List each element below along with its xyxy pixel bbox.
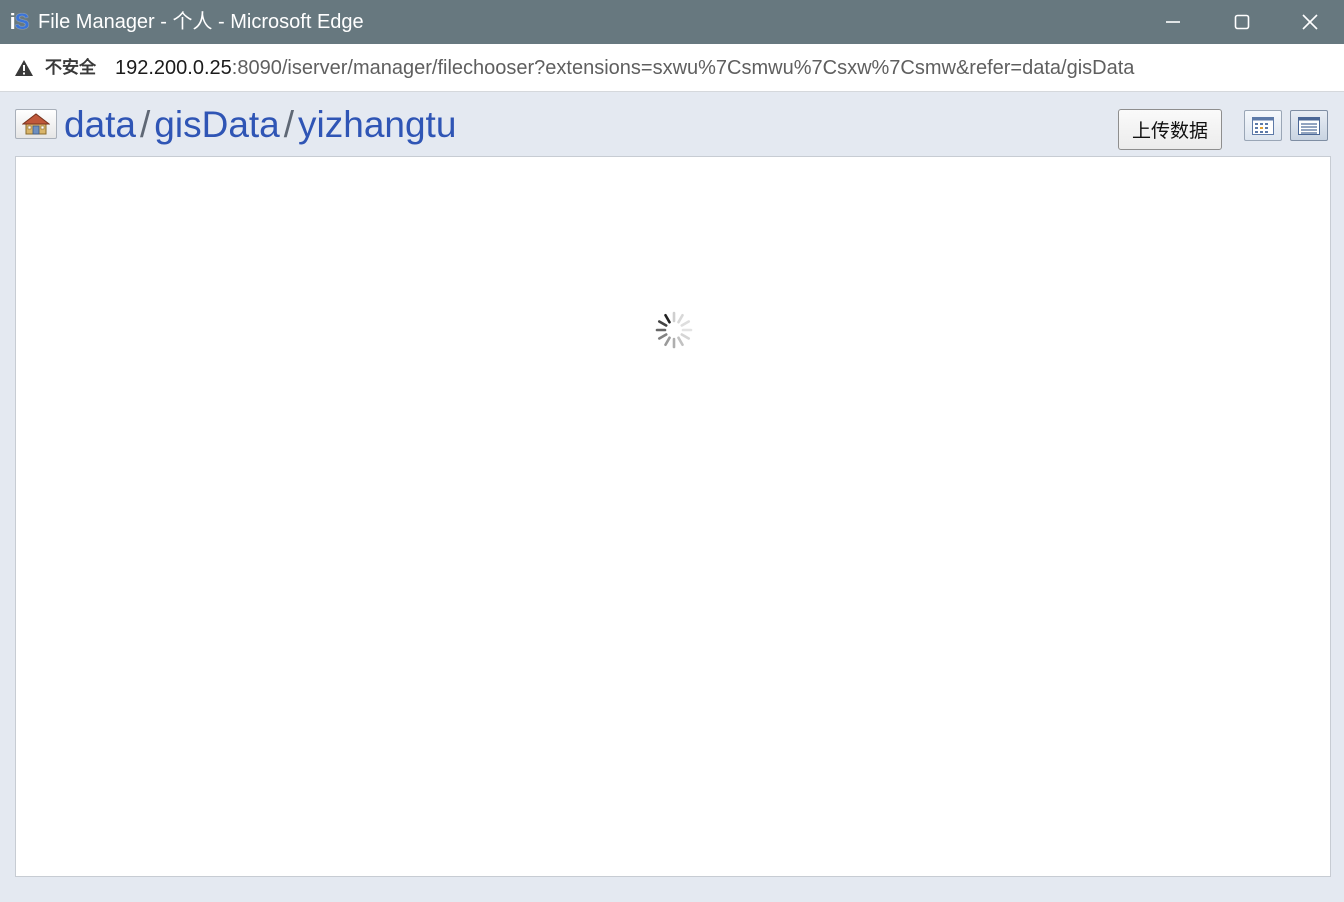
breadcrumb-item-gisdata[interactable]: gisData [154, 104, 279, 145]
minimize-button[interactable] [1139, 0, 1207, 44]
list-view-button[interactable] [1290, 110, 1328, 141]
url-text[interactable]: 192.200.0.25:8090/iserver/manager/filech… [115, 57, 1134, 79]
title-bar[interactable]: iS File Manager - 个人 - Microsoft Edge [0, 0, 1344, 44]
security-status-label[interactable]: 不安全 [45, 57, 96, 79]
grid-view-icon [1252, 116, 1274, 135]
close-icon [1302, 14, 1318, 30]
close-button[interactable] [1276, 0, 1344, 44]
iserver-logo-icon: iS [9, 9, 30, 34]
breadcrumb-separator: / [140, 104, 151, 145]
browser-window: iS File Manager - 个人 - Microsoft Edge 不安… [0, 0, 1344, 902]
breadcrumb-separator: / [283, 104, 295, 145]
maximize-icon [1234, 14, 1250, 30]
maximize-button[interactable] [1208, 0, 1276, 44]
breadcrumb-item-data[interactable]: data [64, 104, 136, 145]
list-view-icon [1298, 116, 1320, 135]
minimize-icon [1166, 21, 1180, 23]
loading-spinner-icon [655, 311, 693, 349]
address-bar[interactable]: 不安全 192.200.0.25:8090/iserver/manager/fi… [0, 44, 1344, 92]
warning-icon[interactable] [14, 59, 34, 77]
file-list-panel[interactable] [15, 156, 1331, 877]
breadcrumb-item-yizhangtu[interactable]: yizhangtu [298, 104, 456, 145]
grid-view-button[interactable] [1244, 110, 1282, 141]
breadcrumb: data / gisData / yizhangtu [64, 103, 456, 147]
home-button[interactable] [15, 109, 57, 139]
upload-data-button[interactable]: 上传数据 [1118, 109, 1222, 150]
url-host: 192.200.0.25 [115, 57, 232, 79]
window-title: File Manager - 个人 - Microsoft Edge [38, 11, 364, 33]
home-icon [22, 113, 50, 135]
url-path: :8090/iserver/manager/filechooser?extens… [231, 57, 1135, 79]
